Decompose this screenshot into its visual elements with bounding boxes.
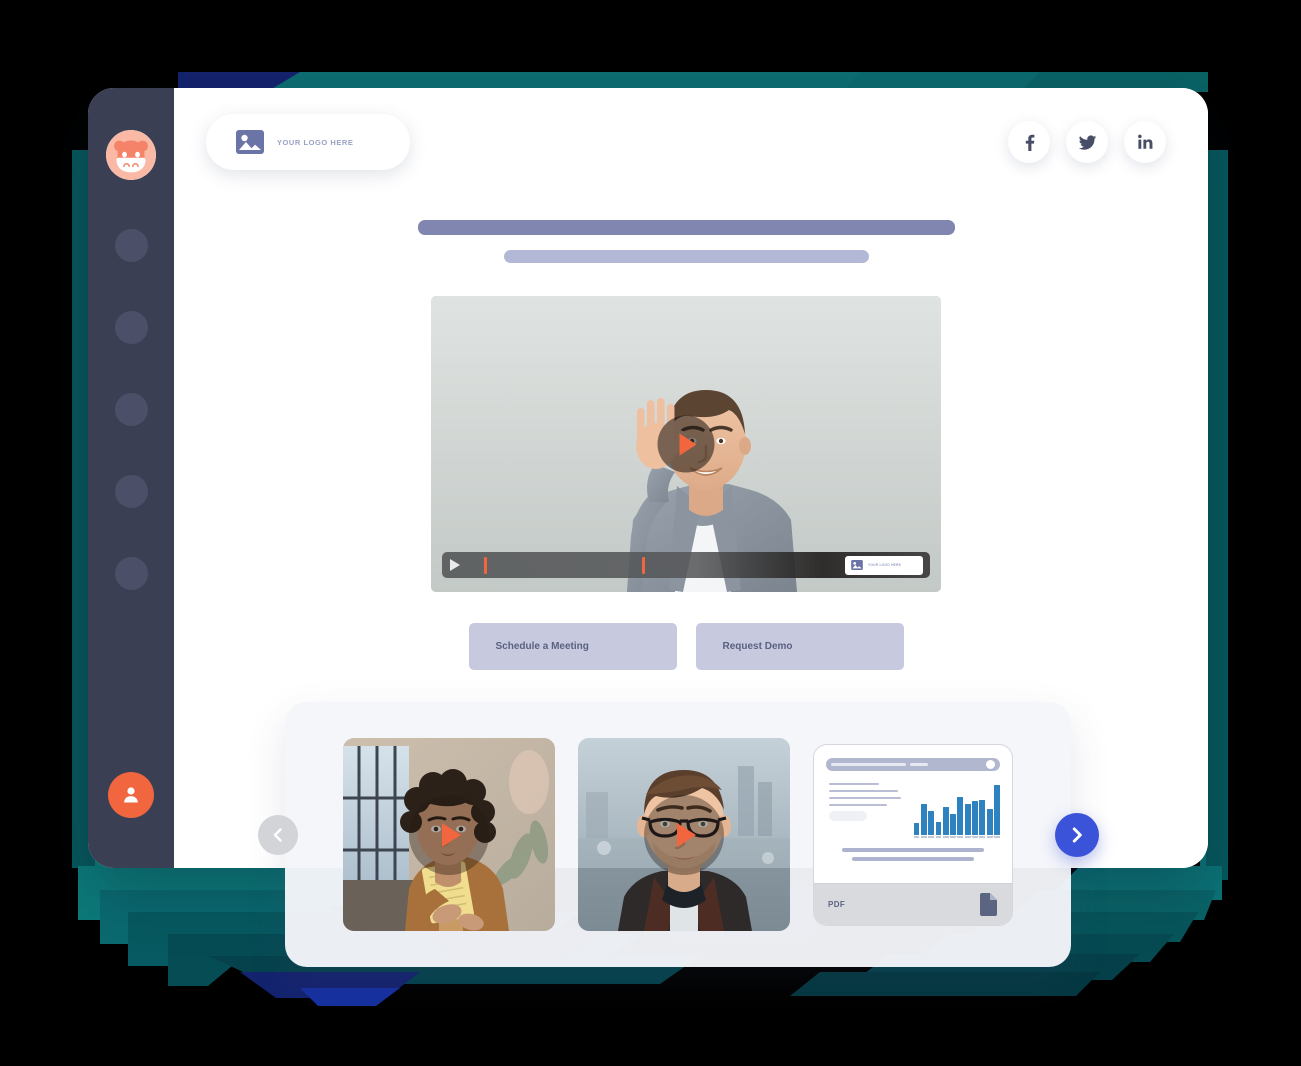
hero-title-placeholder (417, 220, 955, 235)
chart-tick (994, 835, 1000, 838)
schedule-meeting-button[interactable]: Schedule a Meeting (468, 623, 677, 670)
chart-bar (964, 804, 971, 835)
document-icon (980, 892, 997, 916)
pdf-preview-header-bar (826, 757, 1000, 771)
video-thumbnail-man[interactable] (578, 738, 790, 931)
pdf-label: PDF (828, 899, 846, 909)
carousel-prev-button[interactable] (258, 814, 298, 855)
chart-bar (972, 801, 978, 835)
thumbnail-play-button[interactable] (409, 794, 489, 875)
chart-bar (994, 784, 1000, 835)
social-links (1008, 121, 1166, 163)
hero-headline (206, 220, 1166, 263)
chart-bar (935, 821, 942, 835)
chart-bar (979, 800, 986, 835)
pdf-attachment-card[interactable]: PDF (813, 743, 1013, 926)
chart-tick (935, 835, 942, 838)
sidebar-item-5[interactable] (114, 557, 148, 590)
chevron-right-icon (1072, 826, 1082, 843)
pdf-card-footer: PDF (814, 882, 1012, 925)
chart-tick (950, 835, 956, 838)
video-play-button[interactable] (657, 415, 715, 473)
facebook-icon (1025, 134, 1035, 151)
sidebar-item-4[interactable] (114, 475, 148, 508)
request-demo-button[interactable]: Request Demo (695, 623, 904, 670)
sidebar-item-1[interactable] (114, 229, 148, 262)
chart-tick (957, 835, 964, 838)
pdf-preview-body (814, 745, 1012, 883)
player-controls[interactable]: YOUR LOGO HERE (442, 552, 930, 578)
chart-bar (986, 808, 993, 835)
linkedin-icon (1138, 134, 1153, 149)
screenshot-stage: YOUR LOGO HERE YOUR LOGO HERE Schedule a… (0, 0, 1301, 1066)
hero-subtitle-placeholder (503, 250, 869, 263)
hippo-mascot-icon (106, 130, 156, 180)
chart-tick (986, 835, 993, 838)
user-profile-button[interactable] (108, 772, 154, 818)
topbar: YOUR LOGO HERE (206, 114, 1166, 170)
twitter-icon (1078, 134, 1096, 150)
chart-bar (957, 797, 964, 835)
chart-bar (920, 804, 927, 835)
player-logo-badge-text: YOUR LOGO HERE (868, 563, 902, 567)
play-icon (441, 822, 461, 847)
play-icon (676, 822, 696, 847)
pdf-preview-chart-ticks (910, 835, 1000, 838)
twitter-button[interactable] (1066, 121, 1108, 163)
control-play-icon[interactable] (450, 559, 460, 571)
pdf-preview-middle (826, 782, 1000, 835)
play-icon (679, 433, 697, 455)
video-thumbnail-woman[interactable] (343, 738, 555, 931)
cta-row: Schedule a Meeting Request Demo (206, 623, 1166, 670)
linkedin-button[interactable] (1124, 121, 1166, 163)
timeline-marker-mid[interactable] (642, 556, 645, 574)
chart-bar (950, 813, 956, 835)
pdf-preview-knob (986, 759, 995, 769)
pdf-preview-chip (829, 810, 867, 821)
chart-tick (913, 835, 920, 838)
chart-bar (913, 823, 920, 835)
chart-tick (928, 835, 934, 838)
chart-bar (928, 810, 934, 835)
chevron-left-icon (273, 827, 282, 842)
user-icon (124, 787, 138, 803)
chart-tick (942, 835, 949, 838)
pdf-preview-footer-lines (826, 847, 1000, 861)
facebook-button[interactable] (1008, 121, 1050, 163)
logo-placeholder-button[interactable]: YOUR LOGO HERE (206, 114, 410, 170)
image-placeholder-icon (236, 130, 264, 154)
sidebar-item-2[interactable] (114, 311, 148, 344)
pdf-preview-text-lines (826, 782, 910, 835)
media-carousel: PDF (258, 702, 1099, 967)
brand-avatar[interactable] (106, 130, 156, 180)
timeline-marker-start[interactable] (484, 556, 487, 574)
chart-tick (972, 835, 978, 838)
thumbnail-play-button[interactable] (644, 794, 724, 875)
video-player[interactable]: YOUR LOGO HERE (431, 296, 941, 592)
pdf-preview-bar-chart (910, 783, 1000, 835)
chart-tick (964, 835, 971, 838)
carousel-next-button[interactable] (1055, 812, 1099, 857)
image-placeholder-icon (851, 560, 863, 570)
player-logo-badge[interactable]: YOUR LOGO HERE (845, 555, 923, 575)
chart-tick (920, 835, 927, 838)
logo-placeholder-text: YOUR LOGO HERE (277, 137, 354, 147)
chart-bar (942, 807, 949, 835)
sidebar-item-3[interactable] (114, 393, 148, 426)
chart-tick (979, 835, 986, 838)
sidebar (88, 88, 174, 868)
